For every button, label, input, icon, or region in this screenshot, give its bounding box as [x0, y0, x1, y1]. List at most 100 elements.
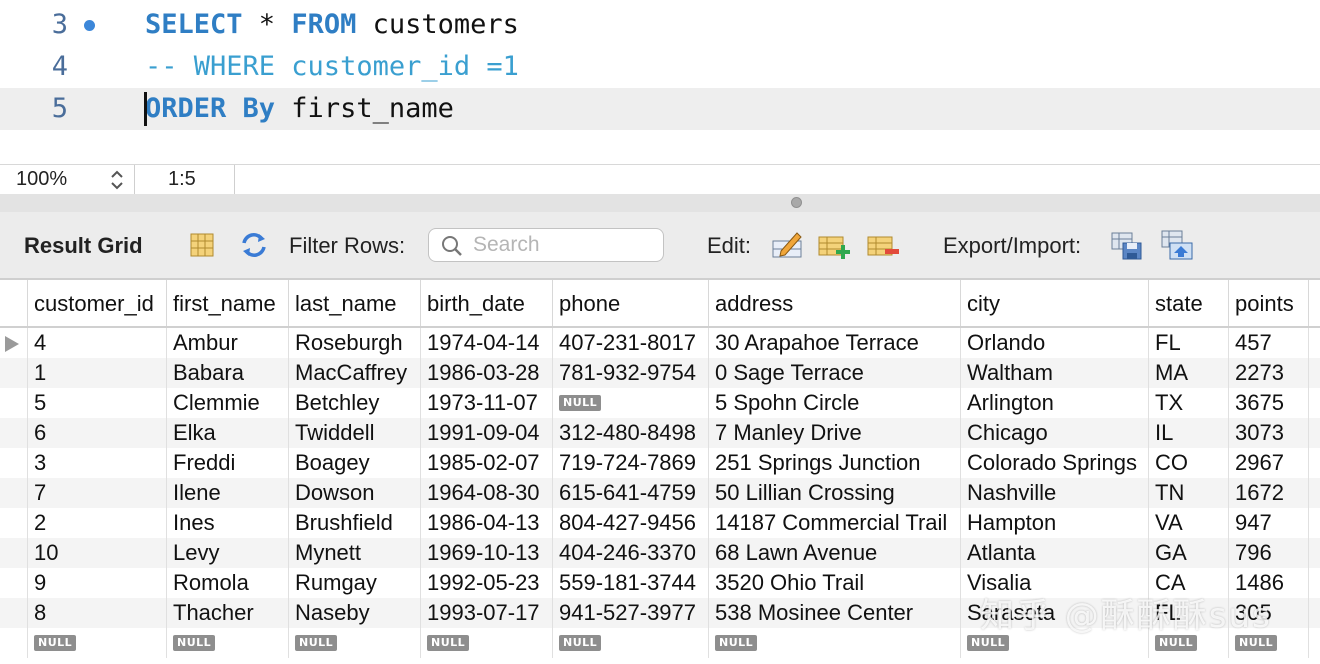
table-cell[interactable]: 3675	[1229, 388, 1309, 418]
search-input[interactable]	[473, 231, 653, 259]
column-header[interactable]: first_name	[167, 280, 289, 326]
table-cell[interactable]: Roseburgh	[289, 328, 421, 358]
table-cell[interactable]: Boagey	[289, 448, 421, 478]
table-cell[interactable]: 10	[28, 538, 167, 568]
table-cell[interactable]: Hampton	[961, 508, 1149, 538]
row-gutter[interactable]	[0, 508, 28, 538]
column-header[interactable]: last_name	[289, 280, 421, 326]
table-cell[interactable]: Orlando	[961, 328, 1149, 358]
table-cell[interactable]: Chicago	[961, 418, 1149, 448]
table-cell[interactable]: Dowson	[289, 478, 421, 508]
edit-cell-icon[interactable]	[771, 229, 803, 261]
table-cell[interactable]: 719-724-7869	[553, 448, 709, 478]
table-cell[interactable]: 9	[28, 568, 167, 598]
export-icon[interactable]	[1111, 229, 1143, 261]
table-cell[interactable]: 14187 Commercial Trail	[709, 508, 961, 538]
table-cell[interactable]: GA	[1149, 538, 1229, 568]
table-cell[interactable]: Levy	[167, 538, 289, 568]
table-cell[interactable]: 3073	[1229, 418, 1309, 448]
refresh-icon[interactable]	[238, 229, 270, 261]
table-cell[interactable]: NULL	[553, 628, 709, 658]
table-cell[interactable]: 1985-02-07	[421, 448, 553, 478]
table-cell[interactable]: 50 Lillian Crossing	[709, 478, 961, 508]
table-cell[interactable]: Ilene	[167, 478, 289, 508]
table-cell[interactable]: TN	[1149, 478, 1229, 508]
table-cell[interactable]: TX	[1149, 388, 1229, 418]
table-cell[interactable]: 1992-05-23	[421, 568, 553, 598]
table-cell[interactable]: NULL	[709, 628, 961, 658]
result-grid[interactable]: customer_id first_name last_name birth_d…	[0, 280, 1320, 664]
table-cell[interactable]: NULL	[1149, 628, 1229, 658]
breakpoint-dot-icon[interactable]	[84, 20, 95, 31]
table-cell[interactable]: Naseby	[289, 598, 421, 628]
table-cell[interactable]: 2967	[1229, 448, 1309, 478]
code-line-5[interactable]: 5 ORDER By first_name	[0, 88, 1320, 130]
table-cell[interactable]: 1974-04-14	[421, 328, 553, 358]
table-cell[interactable]: Atlanta	[961, 538, 1149, 568]
table-cell[interactable]: Elka	[167, 418, 289, 448]
table-cell[interactable]: 7 Manley Drive	[709, 418, 961, 448]
table-cell[interactable]: 804-427-9456	[553, 508, 709, 538]
table-cell[interactable]: 947	[1229, 508, 1309, 538]
table-cell[interactable]: 1986-04-13	[421, 508, 553, 538]
table-row[interactable]: 7 Ilene Dowson 1964-08-30 615-641-4759 50 Lil…	[0, 478, 1320, 508]
table-cell[interactable]: Romola	[167, 568, 289, 598]
sql-editor[interactable]: 3 SELECT * FROM customers 4 -- WHERE cus…	[0, 0, 1320, 164]
import-icon[interactable]	[1161, 229, 1193, 261]
table-row[interactable]: 3 Freddi Boagey 1985-02-07 719-724-7869 251 S…	[0, 448, 1320, 478]
table-cell[interactable]: 1	[28, 358, 167, 388]
table-cell[interactable]: 3520 Ohio Trail	[709, 568, 961, 598]
column-header[interactable]: customer_id	[28, 280, 167, 326]
code-line-3[interactable]: 3 SELECT * FROM customers	[0, 4, 1320, 46]
column-header[interactable]: birth_date	[421, 280, 553, 326]
table-cell[interactable]: 312-480-8498	[553, 418, 709, 448]
table-cell[interactable]: 1672	[1229, 478, 1309, 508]
column-header[interactable]: state	[1149, 280, 1229, 326]
table-cell[interactable]: 538 Mosinee Center	[709, 598, 961, 628]
table-cell[interactable]: MacCaffrey	[289, 358, 421, 388]
table-cell[interactable]: 251 Springs Junction	[709, 448, 961, 478]
table-cell[interactable]: FL	[1149, 598, 1229, 628]
table-cell[interactable]: 8	[28, 598, 167, 628]
table-cell[interactable]: 30 Arapahoe Terrace	[709, 328, 961, 358]
table-cell[interactable]: 941-527-3977	[553, 598, 709, 628]
table-cell[interactable]: 404-246-3370	[553, 538, 709, 568]
pane-splitter[interactable]	[0, 194, 1320, 212]
table-cell[interactable]: Thacher	[167, 598, 289, 628]
table-cell[interactable]: 407-231-8017	[553, 328, 709, 358]
table-cell[interactable]: Twiddell	[289, 418, 421, 448]
column-header[interactable]: points	[1229, 280, 1309, 326]
table-cell[interactable]: Nashville	[961, 478, 1149, 508]
table-cell[interactable]: 7	[28, 478, 167, 508]
table-cell[interactable]: 615-641-4759	[553, 478, 709, 508]
delete-row-icon[interactable]	[867, 229, 899, 261]
row-gutter[interactable]	[0, 418, 28, 448]
table-cell[interactable]: Colorado Springs	[961, 448, 1149, 478]
row-gutter[interactable]	[0, 538, 28, 568]
table-cell[interactable]: 1986-03-28	[421, 358, 553, 388]
table-cell[interactable]: MA	[1149, 358, 1229, 388]
table-cell[interactable]: Mynett	[289, 538, 421, 568]
table-cell[interactable]: 0 Sage Terrace	[709, 358, 961, 388]
table-cell[interactable]: CA	[1149, 568, 1229, 598]
splitter-handle-icon[interactable]	[791, 197, 802, 208]
table-row[interactable]: 5 Clemmie Betchley 1973-11-07 NULL 5 Spohn Ci…	[0, 388, 1320, 418]
table-cell[interactable]: 559-181-3744	[553, 568, 709, 598]
table-cell[interactable]: Ambur	[167, 328, 289, 358]
column-header[interactable]: address	[709, 280, 961, 326]
table-cell[interactable]: 2273	[1229, 358, 1309, 388]
table-cell[interactable]: 5 Spohn Circle	[709, 388, 961, 418]
table-row[interactable]: 10 Levy Mynett 1969-10-13 404-246-3370 68 Law…	[0, 538, 1320, 568]
table-cell[interactable]: 5	[28, 388, 167, 418]
table-cell[interactable]: NULL	[421, 628, 553, 658]
table-cell[interactable]: 2	[28, 508, 167, 538]
table-cell[interactable]: Brushfield	[289, 508, 421, 538]
table-cell[interactable]: NULL	[961, 628, 1149, 658]
filter-search-box[interactable]	[428, 228, 664, 262]
table-cell[interactable]: 4	[28, 328, 167, 358]
column-header[interactable]: phone	[553, 280, 709, 326]
table-cell[interactable]: 457	[1229, 328, 1309, 358]
table-cell[interactable]: Betchley	[289, 388, 421, 418]
table-cell[interactable]: 6	[28, 418, 167, 448]
code-line-4[interactable]: 4 -- WHERE customer_id =1	[0, 46, 1320, 88]
